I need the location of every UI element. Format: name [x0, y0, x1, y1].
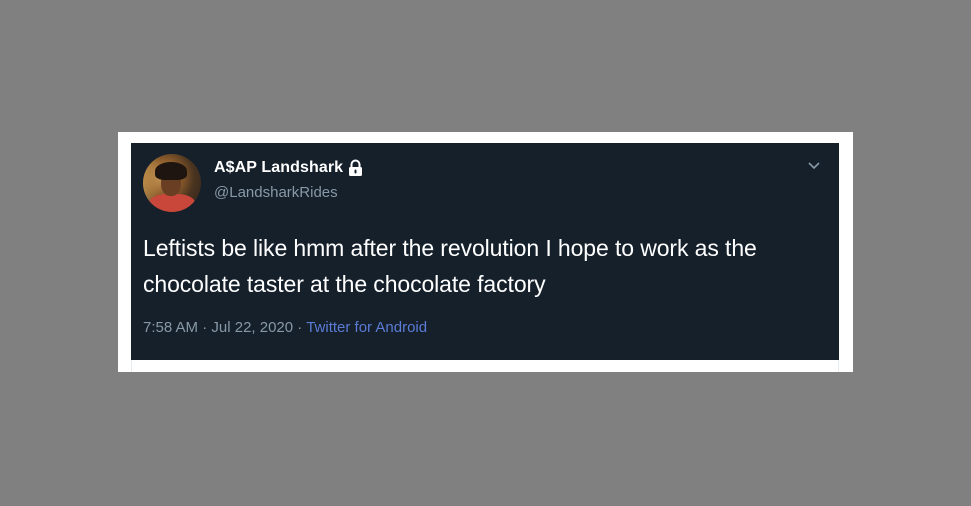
tweet-meta: 7:58 AM · Jul 22, 2020 · Twitter for And…	[143, 319, 427, 336]
meta-separator: ·	[202, 319, 208, 336]
avatar-shirt	[149, 194, 195, 212]
avatar[interactable]	[143, 154, 201, 212]
meta-separator-2: ·	[297, 319, 303, 336]
display-name[interactable]: A$AP Landshark	[214, 159, 343, 177]
author-handle[interactable]: @LandsharkRides	[214, 184, 338, 201]
chevron-down-icon[interactable]	[807, 161, 821, 171]
tweet-source-link[interactable]: Twitter for Android	[306, 319, 427, 336]
screenshot-frame: A$AP Landshark @LandsharkRides Leftists …	[118, 132, 853, 372]
tweet-time[interactable]: 7:58 AM	[143, 319, 198, 336]
card-bottom-edge	[131, 360, 839, 372]
tweet-text: Leftists be like hmm after the revolutio…	[143, 235, 757, 297]
author-name-row[interactable]: A$AP Landshark	[214, 159, 364, 177]
lock-icon	[347, 159, 364, 177]
tweet-date[interactable]: Jul 22, 2020	[211, 319, 293, 336]
avatar-hair	[155, 162, 187, 180]
tweet-card[interactable]: A$AP Landshark @LandsharkRides Leftists …	[131, 143, 839, 360]
